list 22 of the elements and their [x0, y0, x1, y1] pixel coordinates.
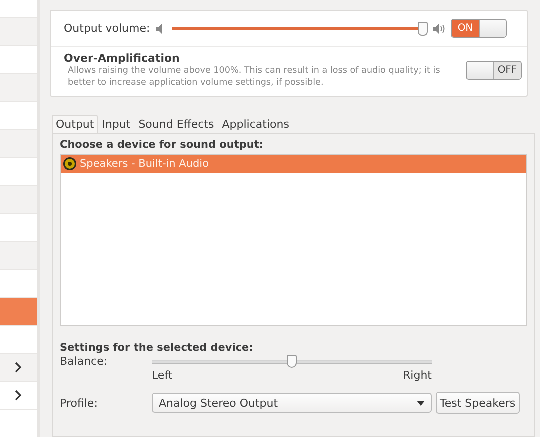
settings-heading: Settings for the selected device: — [60, 342, 254, 354]
speaker-high-icon — [433, 24, 445, 34]
tab[interactable]: Output — [52, 115, 98, 133]
chevron-icon — [15, 390, 22, 401]
balance-label: Balance: — [60, 355, 109, 370]
chevron-icon — [15, 362, 22, 373]
output-volume-label: Output volume: — [64, 22, 150, 35]
tab[interactable]: Sound Effects — [134, 115, 218, 133]
tab[interactable]: Input — [98, 115, 135, 133]
dropdown-arrow-icon — [417, 400, 425, 406]
over-amplification-switch[interactable]: OFF — [466, 61, 522, 80]
sidebar-item[interactable] — [0, 354, 37, 382]
profile-label: Profile: — [60, 396, 99, 410]
over-amplification-description: Allows raising the volume above 100%. This can result in a loss of audio quality; it is better to increase application volume settings, if possible. — [67, 65, 442, 89]
over-amplification-title: Over-Amplification — [64, 52, 181, 65]
tab[interactable]: Applications — [218, 115, 294, 133]
test-speakers-button[interactable]: Test Speakers — [436, 392, 520, 414]
profile-dropdown[interactable]: Analog Stereo Output — [152, 393, 432, 413]
speaker-icon — [63, 157, 77, 171]
device-heading: Choose a device for sound output: — [60, 139, 265, 151]
right-label: Right — [403, 369, 432, 382]
left-label: Left — [152, 369, 173, 382]
